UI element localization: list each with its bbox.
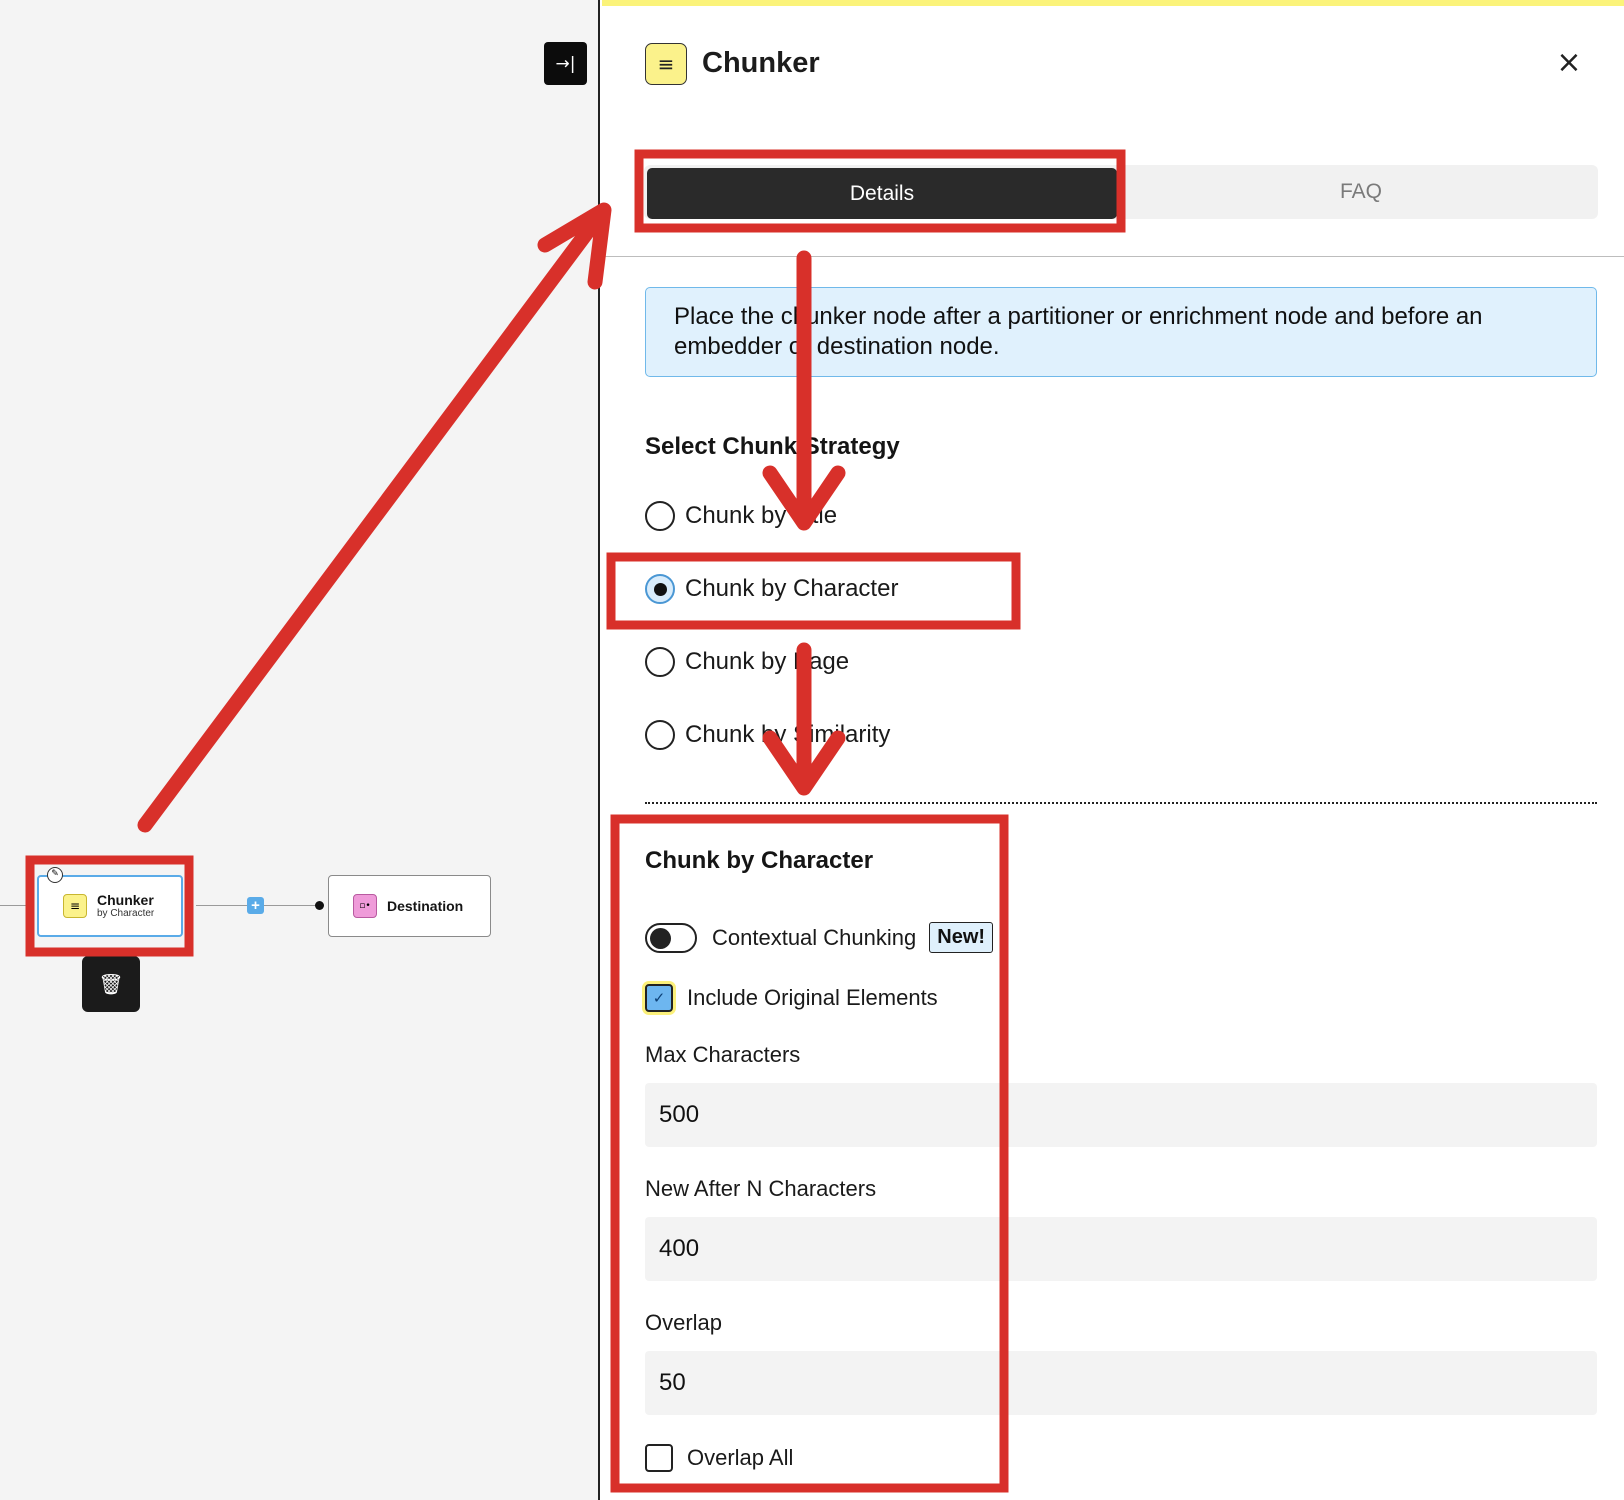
panel-title: Chunker <box>702 47 820 79</box>
delete-node-button[interactable]: 🗑 <box>82 956 140 1012</box>
list-icon: ≡ <box>63 894 87 918</box>
include-original-row[interactable]: ✓ Include Original Elements <box>645 984 938 1012</box>
edge-endpoint <box>315 901 324 910</box>
radio-button-selected[interactable] <box>645 574 675 604</box>
max-characters-input[interactable]: 500 <box>645 1083 1597 1147</box>
section-divider <box>645 802 1597 804</box>
info-callout: Place the chunker node after a partition… <box>645 287 1597 377</box>
add-node-button[interactable]: + <box>247 897 264 914</box>
overlap-all-row[interactable]: Overlap All <box>645 1444 793 1472</box>
settings-heading: Chunk by Character <box>645 847 874 874</box>
edit-pencil-icon[interactable]: ✎ <box>47 867 63 883</box>
list-icon: ≡ <box>645 43 687 85</box>
new-badge: New! <box>929 922 994 953</box>
radio-button[interactable] <box>645 501 675 531</box>
destination-node-title: Destination <box>387 898 464 914</box>
strategy-option-character[interactable]: Chunk by Character <box>645 571 898 607</box>
contextual-chunking-label: Contextual Chunking <box>712 924 917 950</box>
trash-icon: 🗑 <box>98 972 124 996</box>
workflow-canvas[interactable]: →| + ≡ Chunker by Character ✎ ▫• Destina… <box>0 0 600 1500</box>
overlap-input[interactable]: 50 <box>645 1351 1597 1415</box>
header-divider <box>602 256 1624 257</box>
close-icon: × <box>1556 45 1582 80</box>
include-original-label: Include Original Elements <box>687 985 938 1010</box>
strategy-option-similarity[interactable]: Chunk by Similarity <box>645 717 890 753</box>
strategy-option-title[interactable]: Chunk by Title <box>645 498 837 534</box>
collapse-right-icon: →| <box>555 53 576 74</box>
close-button[interactable]: × <box>1552 46 1586 80</box>
chunker-node[interactable]: ≡ Chunker by Character <box>37 875 183 937</box>
app-window: →| + ≡ Chunker by Character ✎ ▫• Destina… <box>0 0 1624 1500</box>
strategy-heading: Select Chunk Strategy <box>645 433 900 460</box>
contextual-chunking-row: Contextual Chunking New! <box>645 922 994 953</box>
strategy-option-page[interactable]: Chunk by Page <box>645 644 849 680</box>
radio-button[interactable] <box>645 720 675 750</box>
overlap-all-checkbox[interactable] <box>645 1444 673 1472</box>
strategy-label: Chunk by Page <box>685 648 850 675</box>
node-details-panel: ≡ Chunker × Details FAQ Place the chunke… <box>602 0 1624 1500</box>
overlap-all-label: Overlap All <box>687 1445 794 1470</box>
destination-node[interactable]: ▫• Destination <box>328 875 491 937</box>
radio-button[interactable] <box>645 647 675 677</box>
chunker-node-subtitle: by Character <box>97 908 155 919</box>
strategy-label: Chunk by Title <box>685 502 838 529</box>
edge-incoming <box>0 905 30 906</box>
destination-icon: ▫• <box>353 894 377 918</box>
new-after-label: New After N Characters <box>645 1176 877 1201</box>
panel-accent-bar <box>602 0 1624 6</box>
max-characters-label: Max Characters <box>645 1042 801 1067</box>
tab-faq[interactable]: FAQ <box>1124 165 1598 219</box>
chunker-node-title: Chunker <box>97 892 154 908</box>
collapse-panel-button[interactable]: →| <box>544 42 587 85</box>
tab-bar: Details FAQ <box>644 165 1598 219</box>
strategy-label: Chunk by Similarity <box>685 721 891 748</box>
include-original-checkbox[interactable]: ✓ <box>645 984 673 1012</box>
contextual-chunking-toggle[interactable] <box>645 922 697 953</box>
strategy-label: Chunk by Character <box>685 575 899 602</box>
new-after-input[interactable]: 400 <box>645 1217 1597 1281</box>
overlap-label: Overlap <box>645 1310 723 1335</box>
tab-details[interactable]: Details <box>647 168 1117 219</box>
